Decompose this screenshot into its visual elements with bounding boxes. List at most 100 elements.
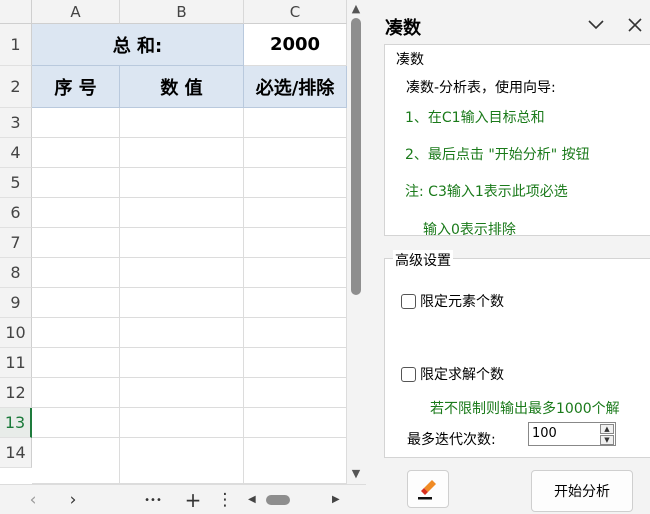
column-header-a[interactable]: A [32, 0, 120, 24]
grid-cell[interactable] [120, 228, 244, 258]
grid-cell[interactable] [32, 168, 120, 198]
grid-cell[interactable] [32, 258, 120, 288]
grid-cell[interactable] [120, 348, 244, 378]
guide-group-legend: 凑数 [394, 49, 426, 69]
sum-label-cell[interactable]: 总 和: [32, 24, 244, 66]
grid-cell[interactable] [120, 288, 244, 318]
row-header[interactable]: 4 [0, 138, 32, 168]
vertical-scrollbar[interactable]: ▲ ▼ [347, 0, 366, 484]
row-header[interactable]: 12 [0, 378, 32, 408]
more-sheets-icon[interactable]: ••• [142, 489, 164, 511]
grid-cell[interactable] [244, 318, 347, 348]
header-value-cell[interactable]: 数 值 [120, 66, 244, 108]
grid-cell[interactable] [32, 378, 120, 408]
advanced-settings-legend: 高级设置 [393, 250, 453, 270]
spreadsheet: A B C 1 2 3 4 5 6 7 8 9 10 11 12 13 14 总 和: 2000 序 号 … [0, 0, 366, 514]
sheet-tab-bar: ‹ › ••• + ⋮ ◀ ▶ [0, 484, 366, 514]
grid-cell[interactable] [32, 438, 120, 484]
row-header[interactable]: 11 [0, 348, 32, 378]
row-header[interactable]: 14 [0, 438, 32, 468]
row-header[interactable]: 7 [0, 228, 32, 258]
row-header[interactable]: 6 [0, 198, 32, 228]
grid-cell[interactable] [244, 228, 347, 258]
grid-cell[interactable] [244, 138, 347, 168]
scroll-up-icon[interactable]: ▲ [350, 3, 362, 15]
grid-cell[interactable] [120, 438, 244, 484]
grid-cell[interactable] [120, 168, 244, 198]
row-header[interactable]: 10 [0, 318, 32, 348]
add-sheet-icon[interactable]: + [182, 488, 204, 512]
header-seq-cell[interactable]: 序 号 [32, 66, 120, 108]
vertical-scroll-thumb[interactable] [351, 18, 361, 295]
clear-format-button[interactable] [407, 470, 449, 508]
grid-cell[interactable] [244, 198, 347, 228]
prev-sheet-icon[interactable]: ‹ [22, 489, 44, 511]
grid-cell[interactable] [244, 258, 347, 288]
limit-solutions-checkbox[interactable]: 限定求解个数 [401, 364, 504, 384]
task-pane: 凑数 凑数 凑数-分析表，使用向导: 1、在C1输入目标总和 2、最后点击 "开… [376, 0, 650, 514]
guide-step1-text: 1、在C1输入目标总和 [405, 110, 545, 126]
horizontal-scroll-thumb[interactable] [266, 495, 290, 505]
pane-title: 凑数 [385, 18, 421, 39]
limit-elements-label: 限定元素个数 [420, 294, 504, 310]
limit-solutions-box[interactable] [401, 366, 416, 382]
scroll-right-icon[interactable]: ▶ [332, 494, 340, 505]
grid-cell[interactable] [244, 108, 347, 138]
stepper-up-icon[interactable]: ▲ [600, 424, 614, 434]
max-iter-value[interactable]: 100 [532, 426, 557, 441]
guide-note-text: 注: C3输入1表示此项必选 [405, 184, 568, 200]
row-header[interactable]: 1 [0, 24, 32, 66]
stepper-down-icon[interactable]: ▼ [600, 435, 614, 445]
column-header-c[interactable]: C [244, 0, 347, 24]
grid-cell[interactable] [244, 348, 347, 378]
sheet-menu-icon[interactable]: ⋮ [214, 489, 236, 511]
grid-cell[interactable] [32, 138, 120, 168]
column-header-b[interactable]: B [120, 0, 244, 24]
sum-value-cell[interactable]: 2000 [244, 24, 347, 66]
row-header[interactable]: 2 [0, 66, 32, 108]
eraser-brush-icon [418, 480, 436, 500]
limit-elements-box[interactable] [401, 293, 416, 309]
max-iter-stepper[interactable]: 100 ▲ ▼ [528, 422, 616, 446]
grid-cell[interactable] [120, 378, 244, 408]
select-all-corner[interactable] [0, 0, 32, 24]
guide-group: 凑数 凑数-分析表，使用向导: 1、在C1输入目标总和 2、最后点击 "开始分析… [384, 44, 650, 236]
grid-cell[interactable] [120, 198, 244, 228]
grid-cell[interactable] [244, 168, 347, 198]
grid-cell[interactable] [32, 228, 120, 258]
limit-solutions-label: 限定求解个数 [420, 367, 504, 383]
grid-cell[interactable] [244, 378, 347, 408]
grid-cell[interactable] [120, 138, 244, 168]
grid-cell[interactable] [120, 318, 244, 348]
row-header[interactable]: 9 [0, 288, 32, 318]
grid-cell[interactable] [244, 438, 347, 484]
grid-cell[interactable] [244, 408, 347, 438]
row-header[interactable]: 5 [0, 168, 32, 198]
limit-hint-text: 若不限制则输出最多1000个解 [430, 401, 620, 417]
grid-cell[interactable] [32, 108, 120, 138]
header-select-cell[interactable]: 必选/排除 [244, 66, 347, 108]
close-icon[interactable] [624, 14, 646, 36]
guide-step2-text: 2、最后点击 "开始分析" 按钮 [405, 147, 590, 163]
grid-cell[interactable] [32, 288, 120, 318]
horizontal-scrollbar[interactable]: ◀ ▶ [246, 491, 346, 509]
grid-cell[interactable] [120, 108, 244, 138]
row-header[interactable]: 8 [0, 258, 32, 288]
pane-splitter[interactable] [366, 0, 376, 514]
row-header[interactable]: 13 [0, 408, 32, 438]
grid-cell[interactable] [32, 198, 120, 228]
guide-note2-text: 输入0表示排除 [423, 222, 516, 236]
grid-cell[interactable] [120, 408, 244, 438]
row-header[interactable]: 3 [0, 108, 32, 138]
next-sheet-icon[interactable]: › [62, 489, 84, 511]
grid-cell[interactable] [32, 348, 120, 378]
grid-cell[interactable] [120, 258, 244, 288]
limit-elements-checkbox[interactable]: 限定元素个数 [401, 291, 504, 311]
chevron-down-icon[interactable] [585, 14, 607, 36]
scroll-left-icon[interactable]: ◀ [248, 494, 256, 505]
scroll-down-icon[interactable]: ▼ [350, 468, 362, 480]
start-analysis-button[interactable]: 开始分析 [531, 470, 633, 512]
grid-cell[interactable] [32, 408, 120, 438]
grid-cell[interactable] [32, 318, 120, 348]
grid-cell[interactable] [244, 288, 347, 318]
